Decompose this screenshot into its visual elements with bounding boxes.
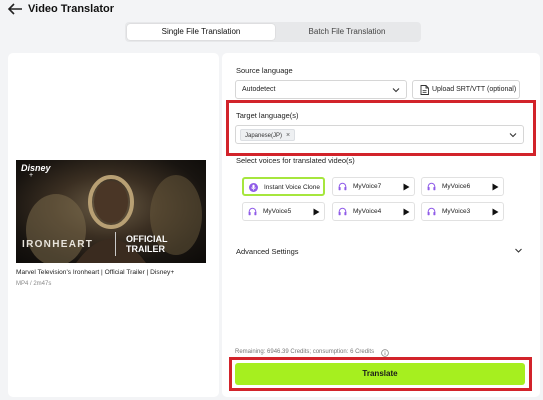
thumbnail-divider [115, 232, 116, 256]
language-chip: Japanese(JP) × [240, 129, 296, 141]
info-icon[interactable] [381, 349, 389, 357]
voice-card-myvoice7[interactable]: MyVoice7 [332, 177, 415, 196]
thumbnail-trailer-text: OFFICIAL TRAILER [126, 234, 168, 254]
source-language-value: Autodetect [242, 86, 276, 93]
play-icon[interactable] [492, 208, 499, 216]
chevron-down-icon [392, 88, 400, 93]
chevron-down-icon[interactable] [514, 246, 523, 255]
play-icon[interactable] [403, 208, 410, 216]
voice-card-myvoice5[interactable]: MyVoice5 [242, 202, 325, 221]
voice-card-instant-clone[interactable]: Instant Voice Clone [242, 177, 325, 196]
voice-name: MyVoice7 [353, 183, 382, 190]
voice-card-myvoice3[interactable]: MyVoice3 [421, 202, 504, 221]
microphone-icon [249, 183, 258, 192]
thumbnail-title: IRONHEART [22, 239, 94, 250]
source-language-label: Source language [236, 66, 293, 75]
back-arrow-icon[interactable] [6, 2, 24, 16]
video-thumbnail[interactable]: Disney + IRONHEART OFFICIAL TRAILER [16, 160, 206, 263]
page-title: Video Translator [28, 3, 114, 15]
tab-single-file[interactable]: Single File Translation [127, 24, 275, 40]
voices-label: Select voices for translated video(s) [236, 156, 355, 165]
headphones-icon [427, 207, 436, 216]
mode-tabs: Single File Translation Batch File Trans… [125, 22, 421, 42]
video-name: Marvel Television's Ironheart | Official… [16, 269, 175, 276]
upload-subtitle-label: Upload SRT/VTT (optional) [432, 86, 517, 93]
headphones-icon [248, 207, 257, 216]
video-meta: MP4 / 2m47s [16, 281, 52, 287]
voice-name: Instant Voice Clone [264, 184, 321, 191]
play-icon[interactable] [492, 183, 499, 191]
chevron-down-icon [509, 133, 517, 138]
disney-logo: Disney [21, 163, 51, 173]
headphones-icon [427, 182, 436, 191]
file-upload-icon [420, 85, 429, 95]
tab-batch-file[interactable]: Batch File Translation [275, 24, 419, 40]
translate-button[interactable]: Translate [235, 363, 525, 385]
target-language-label: Target language(s) [236, 111, 299, 120]
voice-name: MyVoice4 [353, 208, 382, 215]
voice-card-myvoice6[interactable]: MyVoice6 [421, 177, 504, 196]
target-language-select[interactable]: Japanese(JP) × [235, 125, 524, 144]
credits-remaining: Remaining: 6946.39 Credits; consumption:… [235, 349, 375, 355]
headphones-icon [338, 207, 347, 216]
play-icon[interactable] [313, 208, 320, 216]
voice-name: MyVoice3 [442, 208, 471, 215]
source-language-select[interactable]: Autodetect [235, 80, 407, 99]
disney-plus-mark: + [29, 172, 34, 179]
language-chip-label: Japanese(JP) [245, 133, 283, 139]
chip-remove-icon[interactable]: × [286, 132, 290, 139]
headphones-icon [338, 182, 347, 191]
advanced-settings-label[interactable]: Advanced Settings [236, 247, 299, 256]
voice-name: MyVoice6 [442, 183, 471, 190]
voice-name: MyVoice5 [263, 208, 292, 215]
voice-card-myvoice4[interactable]: MyVoice4 [332, 202, 415, 221]
upload-subtitle-button[interactable]: Upload SRT/VTT (optional) [412, 80, 520, 99]
play-icon[interactable] [403, 183, 410, 191]
